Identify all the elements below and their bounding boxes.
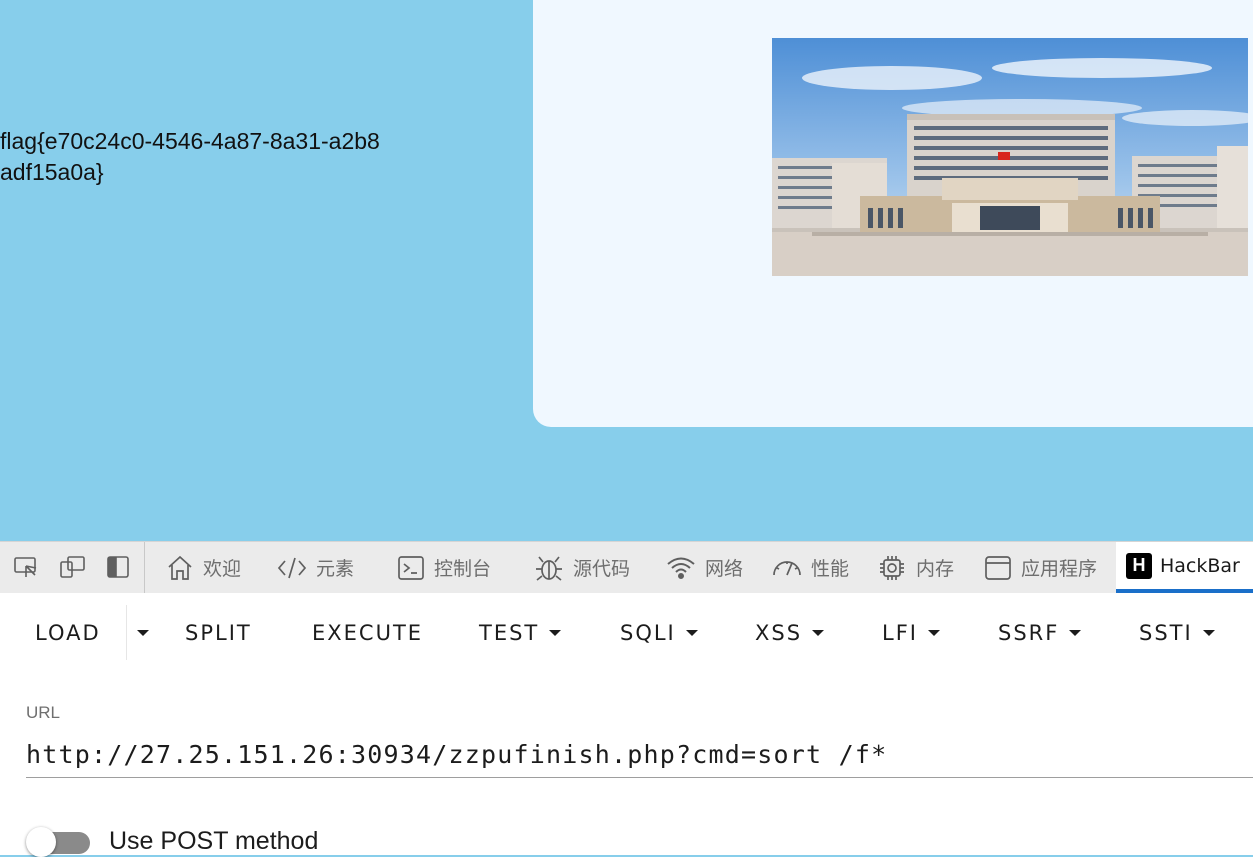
post-method-toggle[interactable] (26, 827, 90, 857)
lfi-button-label: LFI (882, 621, 918, 645)
chip-icon (880, 555, 904, 580)
chevron-down-icon (812, 630, 825, 636)
tab-memory[interactable]: 内存 (876, 542, 954, 593)
flag-text: flag{e70c24c0-4546-4a87-8a31-a2b8adf15a0… (0, 128, 380, 185)
ssrf-button-label: SSRF (998, 621, 1060, 645)
test-menu-button[interactable]: TEST (479, 616, 562, 650)
window-icon (985, 555, 1011, 580)
load-button[interactable]: LOAD (35, 616, 101, 650)
tab-label: 应用程序 (1021, 558, 1098, 580)
chevron-down-icon (1069, 630, 1082, 636)
xss-menu-button[interactable]: XSS (755, 616, 825, 650)
load-split-divider (126, 605, 127, 660)
tab-application[interactable]: 应用程序 (983, 542, 1097, 593)
home-icon (168, 555, 192, 580)
tab-label: 元素 (316, 558, 355, 580)
tab-performance[interactable]: 性能 (771, 542, 849, 593)
wifi-icon (667, 557, 695, 579)
devtools-tab-bar: 欢迎 元素 控制台 源代码 网络 性能 内存 应用程序 H HackBar (0, 541, 1253, 593)
building-photo (772, 38, 1248, 276)
sqli-menu-button[interactable]: SQLI (620, 616, 698, 650)
ssti-button-label: SSTI (1139, 621, 1193, 645)
url-field-label: URL (26, 703, 61, 722)
url-input[interactable] (26, 732, 1253, 778)
tab-hackbar[interactable]: H HackBar (1116, 542, 1253, 593)
xss-button-label: XSS (755, 621, 803, 645)
load-options-dropdown[interactable] (135, 616, 149, 650)
tab-label: 内存 (916, 558, 955, 580)
tab-label: 源代码 (573, 558, 631, 580)
tab-network[interactable]: 网络 (665, 542, 743, 593)
inspect-element-icon[interactable] (11, 552, 41, 582)
chevron-down-icon (549, 630, 562, 636)
hackbar-panel: LOAD SPLIT EXECUTE TEST SQLI XSS LFI SSR… (0, 593, 1253, 857)
device-emulation-icon[interactable] (57, 552, 87, 582)
toolbar-divider (144, 542, 145, 593)
ssti-menu-button[interactable]: SSTI (1139, 616, 1215, 650)
chevron-down-icon (137, 630, 149, 636)
ssrf-menu-button[interactable]: SSRF (998, 616, 1082, 650)
test-button-label: TEST (479, 621, 540, 645)
tab-label: 欢迎 (203, 558, 242, 580)
sqli-button-label: SQLI (620, 621, 676, 645)
load-button-label: LOAD (35, 621, 101, 645)
chevron-down-icon (685, 630, 698, 636)
execute-button[interactable]: EXECUTE (312, 616, 423, 650)
split-button[interactable]: SPLIT (185, 616, 252, 650)
page-viewport: flag{e70c24c0-4546-4a87-8a31-a2b8adf15a0… (0, 0, 1253, 541)
tab-label: HackBar (1160, 554, 1240, 577)
post-method-label: Use POST method (109, 827, 319, 855)
chevron-down-icon (927, 630, 940, 636)
dock-side-icon[interactable] (103, 552, 133, 582)
tab-label: 网络 (705, 558, 744, 580)
code-brackets-icon (277, 557, 307, 578)
split-button-label: SPLIT (185, 621, 252, 645)
execute-button-label: EXECUTE (312, 621, 424, 645)
tab-sources[interactable]: 源代码 (533, 542, 630, 593)
tab-label: 性能 (811, 558, 850, 580)
tab-welcome[interactable]: 欢迎 (165, 542, 241, 593)
hackbar-logo-icon: H (1126, 552, 1152, 579)
chevron-down-icon (1202, 630, 1215, 636)
bug-icon (536, 555, 562, 581)
terminal-icon (398, 555, 424, 580)
tab-console[interactable]: 控制台 (396, 542, 491, 593)
tab-label: 控制台 (434, 558, 492, 580)
lfi-menu-button[interactable]: LFI (882, 616, 940, 650)
gauge-icon (773, 560, 801, 575)
tab-elements[interactable]: 元素 (276, 542, 354, 593)
toggle-knob (26, 827, 56, 857)
